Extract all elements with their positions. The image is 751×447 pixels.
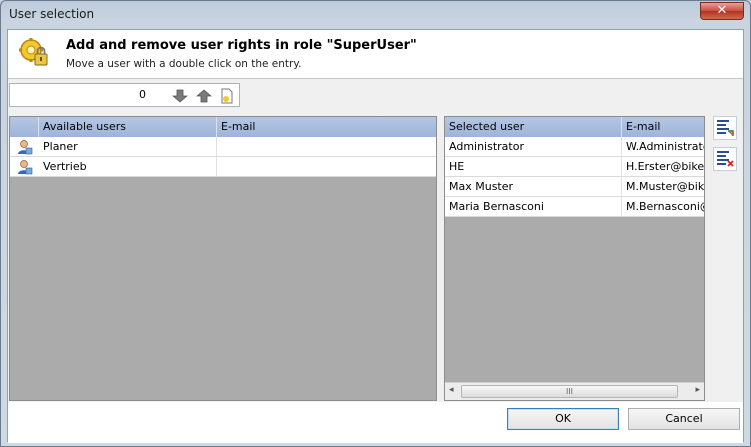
column-available-users[interactable]: Available users	[39, 117, 217, 137]
user-email-cell: H.Erster@bike.c	[622, 157, 704, 176]
close-icon: ✕	[716, 3, 728, 18]
user-email-cell	[217, 157, 436, 176]
available-users-header: Available users E-mail	[10, 117, 436, 138]
dialog-heading: Add and remove user rights in role "Supe…	[66, 38, 417, 53]
title-bar[interactable]: User selection ✕	[1, 1, 750, 29]
remove-from-selection-icon	[717, 151, 734, 167]
user-email-cell: W.Administrato	[622, 137, 704, 156]
new-document-icon	[221, 88, 233, 103]
table-row[interactable]: Max Muster M.Muster@bike	[445, 177, 704, 197]
new-entry-button[interactable]	[217, 87, 237, 104]
user-email-cell	[217, 137, 436, 156]
user-name-cell: Max Muster	[445, 177, 622, 196]
cancel-button[interactable]: Cancel	[628, 408, 740, 430]
table-row[interactable]: Administrator W.Administrato	[445, 137, 704, 157]
add-to-selection-icon	[717, 120, 734, 136]
column-email[interactable]: E-mail	[622, 117, 704, 137]
column-email[interactable]: E-mail	[217, 117, 436, 137]
arrow-down-icon	[172, 89, 188, 103]
scroll-left-icon[interactable]: ◂	[449, 385, 454, 395]
user-name-cell: Administrator	[445, 137, 622, 156]
dialog-instruction: Move a user with a double click on the e…	[66, 58, 302, 70]
user-icon	[18, 140, 33, 155]
move-up-button[interactable]	[194, 87, 214, 104]
table-row[interactable]: HE H.Erster@bike.c	[445, 157, 704, 177]
user-name-cell: HE	[445, 157, 622, 176]
navigation-toolbar: 0	[9, 83, 240, 107]
table-row[interactable]: Maria Bernasconi M.Bernasconi@	[445, 197, 704, 217]
column-selected-user[interactable]: Selected user	[445, 117, 622, 137]
user-rights-icon	[19, 38, 48, 66]
scroll-thumb[interactable]: III	[461, 385, 678, 398]
selected-users-header: Selected user E-mail	[445, 117, 704, 138]
dialog-footer: OK Cancel	[8, 402, 743, 443]
add-user-button[interactable]	[713, 116, 737, 140]
horizontal-scrollbar[interactable]: ◂ III ▸	[445, 382, 704, 400]
icon-column-header	[10, 117, 39, 137]
user-email-cell: M.Bernasconi@	[622, 197, 704, 216]
window-title: User selection	[9, 7, 95, 21]
available-users-grid[interactable]: Available users E-mail Planer Vertrieb	[9, 116, 437, 401]
user-email-cell: M.Muster@bike	[622, 177, 704, 196]
user-name-cell: Planer	[39, 137, 217, 156]
table-row[interactable]: Planer	[10, 137, 436, 157]
selection-area: 0 Available users E-mail Planer Vertrieb…	[8, 79, 743, 443]
user-selection-window: User selection ✕ Add and remove user rig…	[0, 0, 751, 447]
table-row[interactable]: Vertrieb	[10, 157, 436, 177]
close-button[interactable]: ✕	[700, 2, 744, 20]
dialog-content: Add and remove user rights in role "Supe…	[7, 29, 744, 443]
user-name-cell: Maria Bernasconi	[445, 197, 622, 216]
user-name-cell: Vertrieb	[39, 157, 217, 176]
remove-user-button[interactable]	[713, 147, 737, 171]
record-counter[interactable]: 0	[12, 87, 146, 103]
scroll-right-icon[interactable]: ▸	[695, 385, 700, 395]
move-down-button[interactable]	[170, 87, 190, 104]
scroll-grip: III	[565, 387, 574, 396]
dialog-header: Add and remove user rights in role "Supe…	[8, 30, 743, 79]
ok-button[interactable]: OK	[507, 408, 619, 430]
user-icon	[18, 160, 33, 175]
selected-users-grid[interactable]: Selected user E-mail Administrator W.Adm…	[444, 116, 705, 401]
arrow-up-icon	[196, 88, 212, 102]
